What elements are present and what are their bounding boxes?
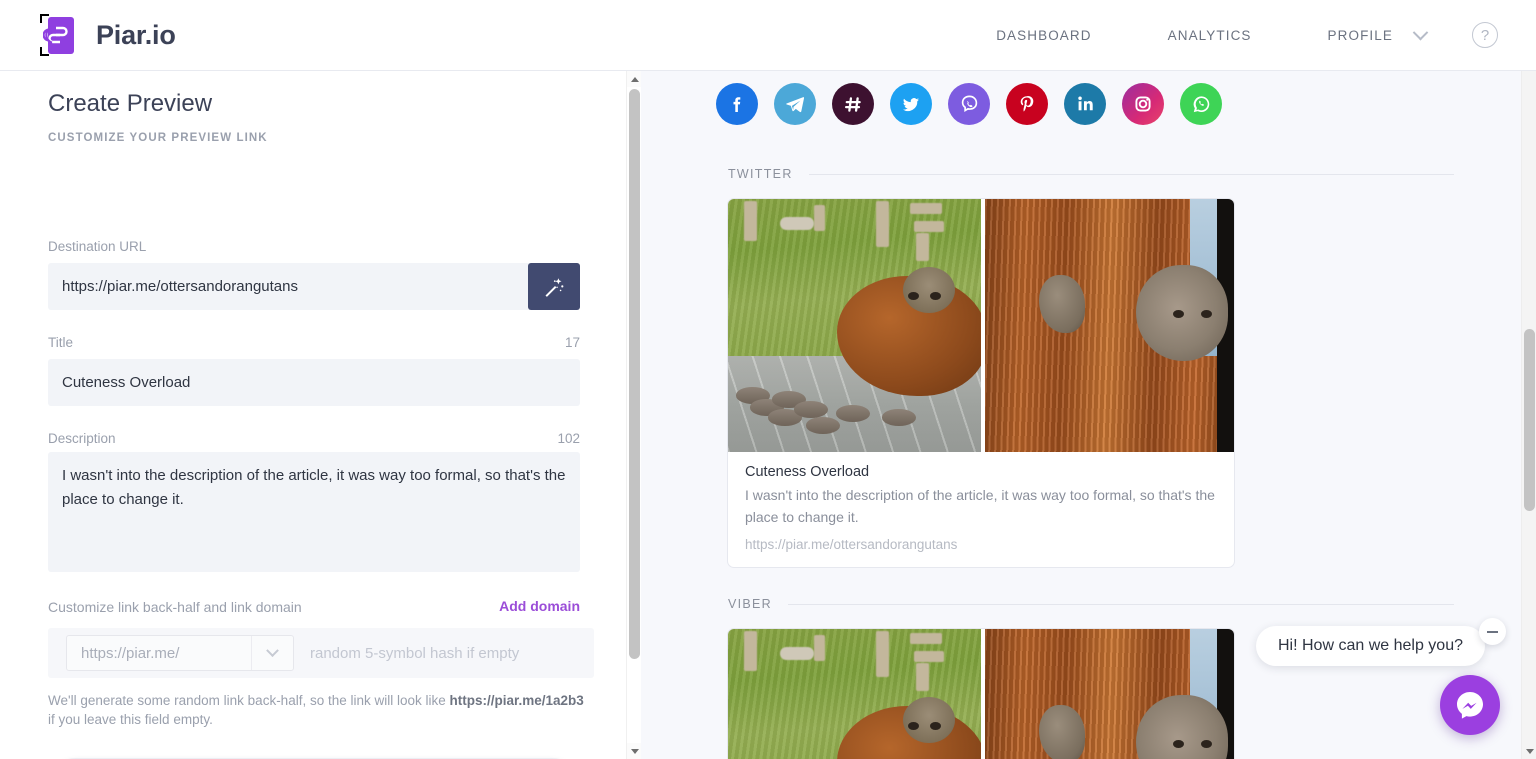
linkedin-icon[interactable] (1064, 83, 1106, 125)
whatsapp-icon[interactable] (1180, 83, 1222, 125)
scroll-up-arrow-icon[interactable] (627, 71, 642, 87)
section-divider (788, 603, 1454, 605)
card-image-right (984, 199, 1234, 452)
title-input[interactable]: Cuteness Overload (48, 359, 580, 406)
create-preview-panel: Create Preview CUSTOMIZE YOUR PREVIEW LI… (0, 71, 641, 759)
card-text: Cuteness Overload I wasn't into the desc… (728, 452, 1234, 567)
brand-logo[interactable]: Piar.io (40, 14, 176, 56)
card-image-left (728, 199, 981, 452)
main-nav: DASHBOARD ANALYTICS PROFILE ? (986, 20, 1498, 51)
preview-card-viber[interactable] (727, 628, 1235, 759)
left-panel-scrollbar[interactable] (626, 71, 642, 759)
page-scrollbar[interactable] (1521, 71, 1536, 759)
card-image-left (728, 629, 981, 759)
card-images (728, 199, 1234, 452)
description-label: Description (48, 431, 116, 446)
app-root: Piar.io DASHBOARD ANALYTICS PROFILE ? Cr… (0, 0, 1536, 759)
section-label: TWITTER (728, 167, 793, 181)
link-chain-icon (40, 14, 82, 56)
destination-url-label: Destination URL (48, 239, 147, 254)
preview-card-twitter[interactable]: Cuteness Overload I wasn't into the desc… (727, 198, 1235, 569)
destination-url-input[interactable]: https://piar.me/ottersandorangutans (48, 263, 580, 310)
app-header: Piar.io DASHBOARD ANALYTICS PROFILE ? (0, 0, 1536, 71)
section-header-twitter: TWITTER (728, 167, 1454, 181)
minus-icon[interactable] (1479, 618, 1506, 645)
scroll-thumb[interactable] (1524, 329, 1535, 511)
hint-suffix: if you leave this field empty. (48, 712, 213, 728)
section-header-viber: VIBER (728, 597, 1454, 611)
backhalf-hint: We'll generate some random link back-hal… (48, 691, 588, 729)
description-textarea[interactable]: I wasn't into the description of the art… (48, 452, 580, 572)
twitter-bird-icon[interactable] (890, 83, 932, 125)
magic-wand-icon[interactable] (528, 263, 580, 310)
scroll-down-arrow-icon[interactable] (627, 743, 642, 759)
backhalf-row: https://piar.me/ random 5-symbol hash if… (48, 628, 594, 678)
hint-prefix: We'll generate some random link back-hal… (48, 693, 450, 708)
card-images (728, 629, 1234, 759)
add-domain-button[interactable]: Add domain (499, 598, 580, 614)
section-label: VIBER (728, 597, 773, 611)
card-description: I wasn't into the description of the art… (745, 487, 1215, 525)
pinterest-icon[interactable] (1006, 83, 1048, 125)
chevron-down-icon (266, 643, 279, 657)
instagram-icon[interactable] (1122, 83, 1164, 125)
scroll-thumb[interactable] (629, 89, 640, 659)
customize-label: Customize link back-half and link domain (48, 599, 302, 615)
viber-icon[interactable] (948, 83, 990, 125)
scroll-down-arrow-icon[interactable] (1522, 743, 1536, 759)
social-network-tabs (716, 83, 1222, 125)
domain-select-value: https://piar.me/ (81, 644, 180, 662)
section-divider (808, 173, 1454, 175)
destination-url-value: https://piar.me/ottersandorangutans (62, 278, 298, 295)
backhalf-input[interactable]: random 5-symbol hash if empty (310, 645, 519, 662)
title-value: Cuteness Overload (62, 374, 191, 391)
card-title: Cuteness Overload (745, 464, 870, 480)
title-char-count: 17 (564, 335, 580, 350)
chevron-down-icon[interactable] (1412, 24, 1429, 40)
title-label: Title (48, 335, 74, 350)
brand-name: Piar.io (96, 19, 176, 50)
card-url: https://piar.me/ottersandorangutans (745, 537, 958, 553)
hash-icon[interactable] (832, 83, 874, 125)
domain-select[interactable]: https://piar.me/ (66, 635, 294, 671)
telegram-icon[interactable] (774, 83, 816, 125)
nav-profile[interactable]: PROFILE (1318, 20, 1403, 51)
nav-analytics[interactable]: ANALYTICS (1158, 20, 1262, 51)
nav-dashboard[interactable]: DASHBOARD (986, 20, 1101, 51)
card-image-right (984, 629, 1234, 759)
page-title: Create Preview (48, 90, 213, 117)
messenger-icon[interactable] (1440, 675, 1500, 735)
chat-greeting-bubble: Hi! How can we help you? (1256, 626, 1485, 666)
question-mark-icon[interactable]: ? (1472, 22, 1498, 48)
description-char-count: 102 (557, 431, 580, 446)
hint-example-link: https://piar.me/1a2b3 (449, 693, 584, 708)
page-subtitle: CUSTOMIZE YOUR PREVIEW LINK (48, 132, 268, 144)
select-divider (251, 636, 252, 670)
facebook-icon[interactable] (716, 83, 758, 125)
